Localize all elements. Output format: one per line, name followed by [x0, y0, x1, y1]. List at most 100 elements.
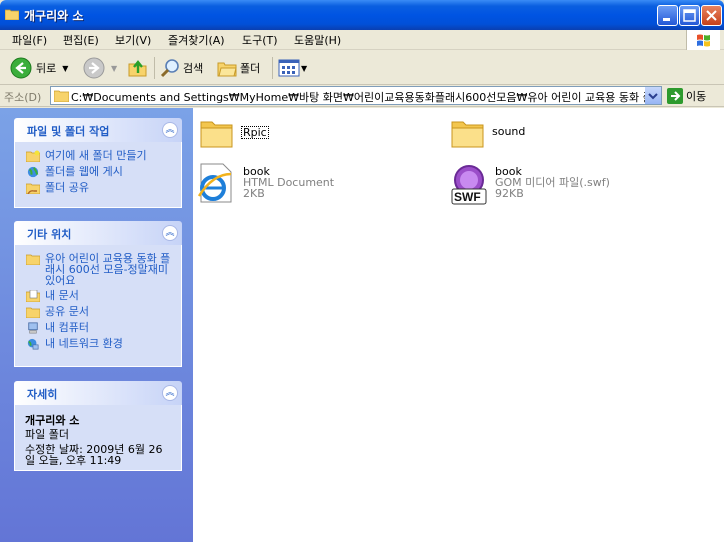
globe-icon: [27, 166, 39, 178]
windows-logo: [686, 30, 720, 50]
search-icon: [160, 59, 179, 78]
share-folder-icon: [26, 183, 40, 194]
window-title: 개구리와 소: [24, 9, 84, 23]
other-places-panel: 기타 위치 ︽ 유아 어린이 교육용 동화 플래시 600선 모음-정말재미있어…: [14, 221, 182, 367]
go-arrow-icon: [667, 88, 683, 104]
file-item[interactable]: sound: [450, 116, 525, 150]
folder-icon: [5, 9, 19, 20]
swf-icon: SWF: [449, 162, 489, 206]
windows-flag-icon: [697, 34, 710, 47]
file-item[interactable]: book HTML Document 2KB: [197, 162, 334, 204]
file-item[interactable]: SWF book GOM 미디어 파일(.swf) 92KB: [449, 162, 610, 206]
task-pane: 파일 및 폴더 작업 ︽ 여기에 새 폴더 만들기 폴더를 웹에 게시 폴더 공…: [0, 108, 193, 542]
place-my-documents[interactable]: 내 문서: [15, 288, 181, 304]
folders-icon: [217, 62, 237, 77]
forward-dropdown-icon[interactable]: ▼: [111, 64, 117, 73]
place-label: 내 문서: [45, 289, 79, 302]
address-input[interactable]: C:₩Documents and Settings₩MyHome₩바탕 화면₩어…: [50, 86, 662, 105]
task-label: 여기에 새 폴더 만들기: [45, 149, 147, 162]
place-label: 내 네트워크 환경: [45, 337, 123, 350]
folder-icon: [26, 254, 40, 265]
forward-arrow-icon: [83, 57, 105, 79]
up-folder-icon: [128, 60, 147, 77]
file-folder-tasks-panel: 파일 및 폴더 작업 ︽ 여기에 새 폴더 만들기 폴더를 웹에 게시 폴더 공…: [14, 118, 182, 208]
standard-toolbar: 뒤로 ▼ ▼ 검색 폴더 ▼: [0, 51, 724, 85]
back-dropdown-icon[interactable]: ▼: [62, 64, 68, 73]
task-new-folder[interactable]: 여기에 새 폴더 만들기: [15, 148, 181, 164]
back-button[interactable]: 뒤로 ▼: [10, 57, 68, 79]
toolbar-separator: [154, 57, 155, 79]
collapse-chevron-icon[interactable]: ︽: [162, 225, 178, 241]
go-button[interactable]: 이동: [667, 88, 706, 104]
minimize-button[interactable]: [657, 5, 678, 26]
file-list-view[interactable]: Rpic sound book HTML Document 2KB SWF bo…: [193, 108, 724, 542]
menu-file[interactable]: 파일(F): [12, 32, 47, 48]
close-button[interactable]: [701, 5, 722, 26]
search-label: 검색: [183, 62, 204, 75]
task-share-folder[interactable]: 폴더 공유: [15, 180, 181, 196]
panel-title: 파일 및 폴더 작업: [27, 125, 110, 138]
minimize-icon: [663, 18, 670, 21]
maximize-icon: [683, 9, 696, 22]
search-button[interactable]: 검색: [160, 57, 203, 79]
address-path: C:₩Documents and Settings₩MyHome₩바탕 화면₩어…: [71, 91, 653, 104]
place-my-computer[interactable]: 내 컴퓨터: [15, 320, 181, 336]
place-label: 유아 어린이 교육용 동화 플래시 600선 모음-정말재미있어요: [45, 252, 171, 287]
address-bar: 주소(D) C:₩Documents and Settings₩MyHome₩바…: [0, 85, 724, 107]
file-size: 92KB: [495, 187, 524, 200]
place-shared-documents[interactable]: 공유 문서: [15, 304, 181, 320]
my-computer-icon: [28, 322, 38, 334]
file-name: Rpic: [241, 126, 269, 139]
folders-button[interactable]: 폴더: [217, 57, 260, 79]
ie-html-icon: [197, 163, 232, 203]
network-places-icon: [27, 338, 39, 350]
views-grid-icon: [278, 59, 300, 77]
toolbar-separator: [272, 57, 273, 79]
task-label: 폴더 공유: [45, 181, 89, 194]
title-bar[interactable]: 개구리와 소: [0, 0, 724, 30]
maximize-button[interactable]: [679, 5, 700, 26]
go-label: 이동: [686, 90, 707, 103]
panel-title: 자세히: [27, 388, 58, 401]
file-item[interactable]: Rpic: [199, 116, 269, 150]
shared-documents-icon: [26, 307, 40, 318]
forward-button[interactable]: ▼: [83, 57, 117, 79]
file-size: 2KB: [243, 187, 265, 200]
close-icon: [706, 10, 717, 21]
collapse-chevron-icon[interactable]: ︽: [162, 122, 178, 138]
place-parent-folder[interactable]: 유아 어린이 교육용 동화 플래시 600선 모음-정말재미있어요: [15, 251, 181, 288]
menu-bar: 파일(F) 편집(E) 보기(V) 즐겨찾기(A) 도구(T) 도움말(H): [0, 30, 724, 50]
details-name: 개구리와 소: [25, 414, 80, 427]
address-dropdown-button[interactable]: [645, 87, 661, 104]
up-folder-button[interactable]: [128, 57, 148, 79]
swf-badge-text: SWF: [454, 190, 481, 204]
menu-favorites[interactable]: 즐겨찾기(A): [168, 32, 225, 48]
panel-title: 기타 위치: [27, 228, 72, 241]
task-publish-web[interactable]: 폴더를 웹에 게시: [15, 164, 181, 180]
folder-icon: [200, 121, 233, 148]
panel-header[interactable]: 파일 및 폴더 작업 ︽: [14, 118, 182, 142]
task-label: 폴더를 웹에 게시: [45, 165, 123, 178]
collapse-chevron-icon[interactable]: ︽: [162, 385, 178, 401]
views-dropdown-icon: ▼: [301, 63, 308, 73]
menu-view[interactable]: 보기(V): [115, 32, 151, 48]
address-label: 주소(D): [4, 91, 42, 104]
place-label: 공유 문서: [45, 305, 89, 318]
new-folder-icon: [26, 150, 40, 162]
my-documents-icon: [26, 290, 40, 302]
menu-help[interactable]: 도움말(H): [294, 32, 341, 48]
folders-label: 폴더: [240, 62, 261, 75]
folder-icon: [54, 90, 69, 102]
menu-edit[interactable]: 편집(E): [63, 32, 99, 48]
place-label: 내 컴퓨터: [45, 321, 89, 334]
folder-icon: [451, 121, 484, 148]
details-type: 파일 폴더: [25, 428, 69, 441]
back-arrow-icon: [10, 57, 32, 79]
place-my-network[interactable]: 내 네트워크 환경: [15, 336, 181, 352]
panel-header[interactable]: 자세히 ︽: [14, 381, 182, 405]
menu-tools[interactable]: 도구(T): [242, 32, 278, 48]
panel-header[interactable]: 기타 위치 ︽: [14, 221, 182, 245]
back-label: 뒤로: [36, 62, 57, 75]
file-name: sound: [492, 125, 526, 138]
views-button[interactable]: ▼: [278, 57, 307, 79]
